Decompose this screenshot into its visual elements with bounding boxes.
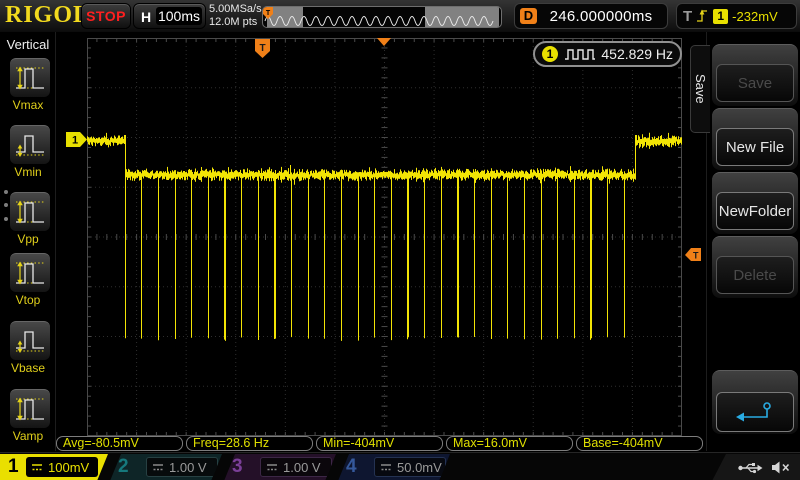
menu-title: Vertical xyxy=(0,37,56,52)
channel2-scale: 1.00 V xyxy=(169,460,207,475)
return-arrow-icon xyxy=(735,401,775,423)
channel4-number: 4 xyxy=(346,456,357,478)
sidebar-label-vbase: Vbase xyxy=(0,361,56,375)
freq-counter-badge: 1 452.829 Hz xyxy=(533,41,682,67)
vtop-icon xyxy=(13,258,47,288)
trigger-level-value: -232mV xyxy=(732,9,778,24)
acquisition-info: 5.00MSa/s 12.0M pts xyxy=(209,3,262,29)
menu-button-2[interactable]: NewFolder xyxy=(716,192,794,230)
channel-status-1[interactable]: 1 100mV xyxy=(0,454,108,480)
vmin-icon xyxy=(13,130,47,160)
delay-readout: D 246.000000ms xyxy=(514,3,668,29)
sidebar-label-vmin: Vmin xyxy=(0,165,56,179)
menu-button-1[interactable]: New File xyxy=(716,128,794,166)
delay-value: 246.000000ms xyxy=(539,4,663,28)
svg-text:1: 1 xyxy=(72,135,78,147)
save-menu-tab-label: Save xyxy=(693,74,708,104)
measurement-min: Min=-404mV xyxy=(316,436,443,451)
horizontal-scale-box[interactable]: H 100ms xyxy=(133,3,206,29)
page-indicator-dot xyxy=(4,217,8,221)
vmax-icon xyxy=(13,63,47,93)
channel1-waveform xyxy=(87,38,682,436)
dc-coupling-icon xyxy=(152,461,164,473)
svg-text:T: T xyxy=(259,43,265,54)
channel-status-3[interactable]: 3 1.00 V xyxy=(224,454,336,480)
channel1-ground-marker: 1 xyxy=(66,132,88,147)
page-indicator-dot xyxy=(4,190,8,194)
channel-status-bar: 1 100mV 2 1.00 V xyxy=(0,452,800,480)
trigger-edge-icon xyxy=(696,8,709,24)
channel3-number: 3 xyxy=(232,456,243,478)
channel-status-4[interactable]: 4 50.0mV xyxy=(338,454,450,480)
freq-counter-value: 452.829 Hz xyxy=(601,46,673,62)
softkey-menu: Save Save New File NewFolder Delete xyxy=(706,32,800,451)
svg-text:T: T xyxy=(266,10,271,17)
oscilloscope-screen: RIGOL STOP H 100ms 5.00MSa/s 12.0M pts T… xyxy=(0,0,800,480)
trigger-time-flag: T xyxy=(255,39,270,58)
h-label: H xyxy=(141,9,151,25)
svg-text:T: T xyxy=(693,251,699,261)
sidebar-item-vmin[interactable] xyxy=(10,125,50,164)
sidebar-item-vmax[interactable] xyxy=(10,58,50,97)
measurement-base: Base=-404mV xyxy=(576,436,703,451)
channel1-number: 1 xyxy=(8,456,19,478)
sidebar-label-vpp: Vpp xyxy=(0,232,56,246)
dc-coupling-icon xyxy=(31,461,43,473)
memory-timebase-strip: T xyxy=(262,6,502,28)
sidebar-item-vtop[interactable] xyxy=(10,253,50,292)
left-menu: Vertical Vmax Vmin xyxy=(0,32,56,451)
waveform-display-area: 1 452.829 Hz T 1 T Avg=-80.5mV Freq=28.6… xyxy=(56,32,706,451)
sidebar-item-vpp[interactable] xyxy=(10,192,50,231)
vpp-icon xyxy=(13,197,47,227)
measurement-max: Max=16.0mV xyxy=(446,436,573,451)
memory-depth: 12.0M pts xyxy=(209,16,262,29)
dc-coupling-icon xyxy=(380,461,392,473)
freq-counter-channel-badge: 1 xyxy=(542,46,558,62)
usb-icon xyxy=(738,461,763,475)
sidebar-item-vamp[interactable] xyxy=(10,389,50,428)
vbase-icon xyxy=(13,326,47,356)
sidebar-item-vbase[interactable] xyxy=(10,321,50,360)
h-scale-value: 100ms xyxy=(156,7,202,25)
channel2-number: 2 xyxy=(118,456,129,478)
measurement-avg: Avg=-80.5mV xyxy=(56,436,183,451)
squarewave-icon xyxy=(564,47,595,61)
status-icons xyxy=(712,454,800,480)
vamp-icon xyxy=(13,394,47,424)
back-button[interactable] xyxy=(716,392,794,432)
sidebar-label-vmax: Vmax xyxy=(0,98,56,112)
sidebar-label-vtop: Vtop xyxy=(0,293,56,307)
trigger-level-marker: T xyxy=(685,248,701,262)
speaker-muted-icon xyxy=(771,460,790,475)
channel-status-2[interactable]: 2 1.00 V xyxy=(110,454,222,480)
sample-rate: 5.00MSa/s xyxy=(209,3,262,16)
channel1-scale: 100mV xyxy=(48,460,89,475)
strip-waveform xyxy=(263,7,501,28)
dc-coupling-icon xyxy=(266,461,278,473)
page-indicator-dot xyxy=(4,203,8,207)
strip-trigger-marker: T xyxy=(263,7,273,19)
top-status-bar: RIGOL STOP H 100ms 5.00MSa/s 12.0M pts T… xyxy=(0,0,800,33)
trigger-position-marker xyxy=(377,38,391,46)
trigger-source-badge: 1 xyxy=(713,9,728,24)
menu-button-0[interactable]: Save xyxy=(716,64,794,102)
run-stop-label: STOP xyxy=(86,8,126,24)
delay-icon: D xyxy=(520,8,537,24)
rigol-logo: RIGOL xyxy=(5,2,90,29)
sidebar-label-vamp: Vamp xyxy=(0,429,56,443)
channel4-scale: 50.0mV xyxy=(397,460,442,475)
measurement-freq: Freq=28.6 Hz xyxy=(186,436,313,451)
save-menu-tab: Save xyxy=(690,45,710,133)
trigger-label: T xyxy=(683,8,692,25)
run-stop-status[interactable]: STOP xyxy=(81,3,131,29)
trigger-readout: T 1 -232mV xyxy=(676,3,797,29)
channel3-scale: 1.00 V xyxy=(283,460,321,475)
menu-button-3[interactable]: Delete xyxy=(716,256,794,294)
